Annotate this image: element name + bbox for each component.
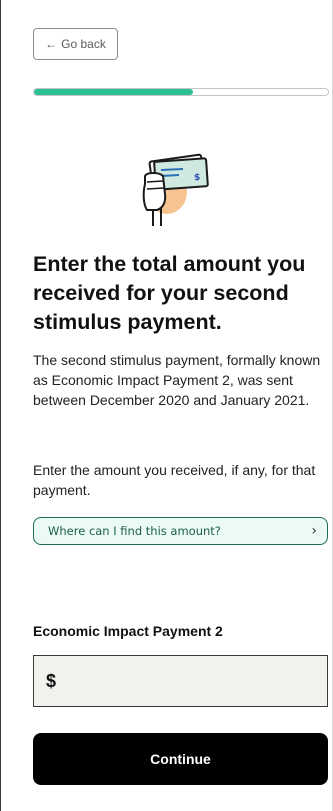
description-text: The second stimulus payment, formally kn… <box>33 352 321 408</box>
page-title: Enter the total amount you received for … <box>33 252 306 334</box>
go-back-label: Go back <box>61 37 106 51</box>
find-amount-help-button[interactable]: Where can I find this amount? › <box>33 517 328 545</box>
arrow-left-icon: ← <box>45 37 58 51</box>
progress-bar <box>33 88 329 96</box>
svg-text:$: $ <box>194 173 200 183</box>
screen: ← Go back $ Enter the total amount you r… <box>0 0 333 811</box>
chevron-right-icon: › <box>311 523 317 539</box>
help-link-label: Where can I find this amount? <box>48 524 221 538</box>
continue-label: Continue <box>150 751 211 767</box>
go-back-button[interactable]: ← Go back <box>33 28 118 60</box>
amount-input[interactable]: $ <box>33 655 328 707</box>
instruction-text: Enter the amount you received, if any, f… <box>33 462 316 498</box>
hand-holding-check-icon: $ <box>142 153 209 226</box>
currency-symbol: $ <box>46 670 57 691</box>
progress-fill <box>34 89 193 95</box>
amount-field-label: Economic Impact Payment 2 <box>33 623 223 639</box>
continue-button[interactable]: Continue <box>33 733 328 785</box>
